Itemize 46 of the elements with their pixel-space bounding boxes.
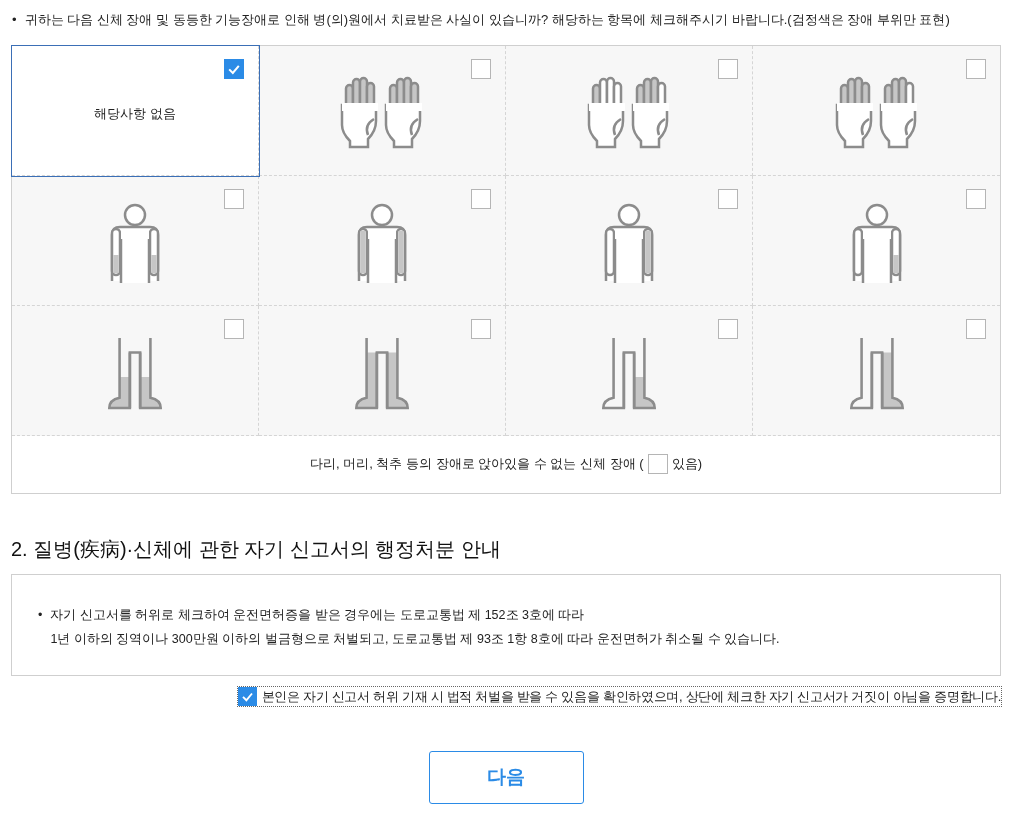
hands-icon (587, 75, 671, 151)
checkbox[interactable] (966, 318, 986, 339)
option-card[interactable] (259, 305, 506, 436)
option-label: 있음) (671, 455, 702, 474)
person-upper-body-icon (356, 203, 408, 283)
option-card[interactable] (259, 175, 506, 306)
option-card[interactable] (753, 305, 1000, 436)
checkbox[interactable] (471, 58, 491, 79)
legs-icon (848, 336, 905, 410)
option-card[interactable] (259, 45, 506, 176)
checkbox[interactable] (647, 454, 668, 474)
checkbox[interactable] (471, 188, 491, 209)
hands-icon (834, 75, 919, 151)
intro-text: 귀하는 다음 신체 장애 및 동등한 기능장애로 인해 병(의)원에서 치료받은 사실이 있습니까? 해당하는 항목에 체크해주시기 바랍니다.(검정색은 장애 부위만 표현) (24, 11, 950, 29)
option-card[interactable] (506, 45, 753, 176)
legs-icon (354, 336, 410, 410)
checkbox[interactable] (224, 58, 244, 79)
option-label: 다리, 머리, 척추 등의 장애로 앉아있을 수 없는 신체 장애 ( (310, 455, 644, 474)
person-upper-body-icon (850, 203, 903, 283)
checkbox[interactable] (718, 58, 738, 79)
checkbox[interactable] (966, 58, 986, 79)
section-heading: 2. 질병(疾病)·신체에 관한 자기 신고서의 행정처분 안내 (11, 536, 502, 562)
option-card[interactable]: 해당사항 없음 (12, 45, 259, 176)
hands-icon (340, 75, 424, 151)
option-card[interactable] (12, 175, 259, 306)
bullet: • (12, 11, 17, 29)
checkbox[interactable] (718, 318, 738, 339)
person-upper-body-icon (603, 203, 655, 283)
notice-text: 자기 신고서를 허위로 체크하여 운전면허증을 받은 경우에는 도로교통법 제 152조 3호에 따라 1년 이하의 징역이나 300만원 이하의 벌금형으로 처벌되고, 도로교통법 제 93조 1항 8호에 따라 운전면허가 취소될 수 있습니다. (50, 606, 780, 648)
checkbox[interactable] (966, 188, 986, 209)
checkbox[interactable] (224, 188, 244, 209)
checkbox[interactable] (237, 686, 257, 706)
person-upper-body-icon (109, 203, 161, 283)
checkbox[interactable] (471, 318, 491, 339)
option-card[interactable] (753, 45, 1000, 176)
bullet: • (38, 606, 43, 624)
next-button[interactable]: 다음 (428, 751, 584, 804)
option-card[interactable] (506, 305, 753, 436)
option-card[interactable] (506, 175, 753, 306)
option-card[interactable] (12, 305, 259, 436)
checkbox[interactable] (224, 318, 244, 339)
legs-icon (107, 336, 163, 410)
option-label: 해당사항 없음 (94, 106, 176, 121)
checkbox[interactable] (718, 188, 738, 209)
option-card[interactable] (753, 175, 1000, 306)
legs-icon (601, 336, 657, 410)
